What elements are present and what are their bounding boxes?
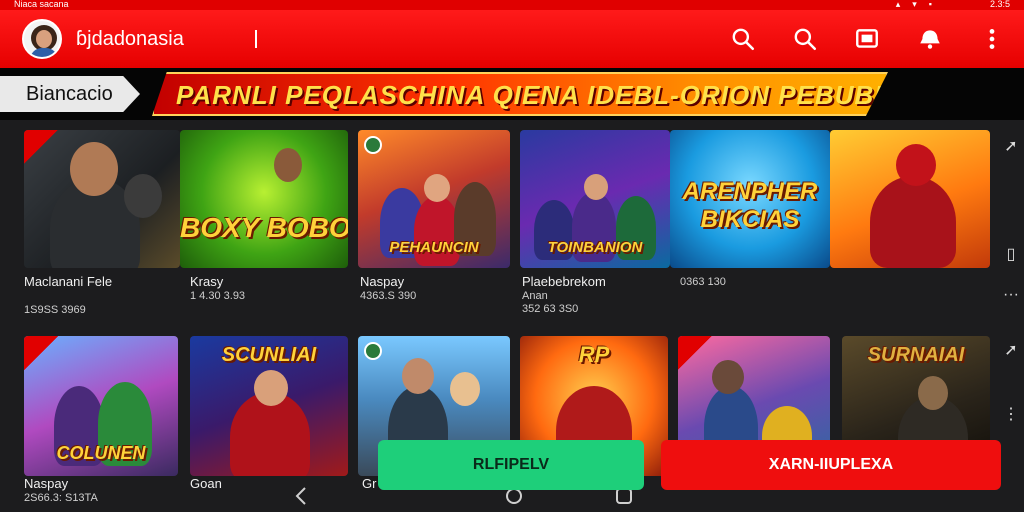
search-icon[interactable] xyxy=(792,26,818,52)
status-left-text: Niaca sacana xyxy=(14,0,69,9)
screen-cast-icon[interactable] xyxy=(854,26,880,52)
game-card[interactable]: COLUNEN xyxy=(24,336,178,476)
hot-ribbon xyxy=(24,130,58,164)
hot-ribbon xyxy=(24,336,58,370)
badge-icon xyxy=(364,342,382,360)
game-card[interactable]: PEHAUNCIN xyxy=(358,130,510,268)
category-tab[interactable]: Biancacio xyxy=(0,76,140,112)
hot-ribbon xyxy=(678,336,712,370)
hero-head xyxy=(896,144,936,186)
game-title: Goan xyxy=(190,476,222,491)
status-icons: ▴▾▪ xyxy=(895,0,944,9)
game-logo: TOINBANION xyxy=(547,239,643,256)
promo-banner[interactable]: PARNLI PEQLASCHINA QIENA IDEBL-ORION PEB… xyxy=(152,72,888,116)
hero-head xyxy=(254,370,288,406)
app-screen: Niaca sacana ▴▾▪ 2.3:5 ɓjdadonasia Bianc… xyxy=(0,0,1024,512)
game-title: Maclanani Fele xyxy=(24,274,113,289)
game-logo: BOXY BOBOMIN xyxy=(180,212,348,243)
copy-icon[interactable]: ▯ xyxy=(1000,244,1022,266)
status-bar: Niaca sacana ▴▾▪ 2.3:5 xyxy=(0,0,1024,10)
app-bar: ɓjdadonasia xyxy=(0,10,1024,68)
game-card[interactable]: BOXY BOBOMIN xyxy=(180,130,348,268)
game-card[interactable] xyxy=(830,130,990,268)
hero-head xyxy=(274,148,302,182)
text-cursor xyxy=(255,30,257,48)
game-meta: 1S9SS 3969 xyxy=(24,304,86,316)
game-meta: 4363.S 390 xyxy=(360,290,417,302)
hero-head xyxy=(918,376,948,410)
game-card[interactable]: TOINBANION xyxy=(520,130,670,268)
hero-head xyxy=(450,372,480,406)
game-title: Naspay xyxy=(24,476,69,491)
primary-action-button[interactable]: RLFIPELV xyxy=(378,440,644,490)
game-title: Gr xyxy=(362,476,377,491)
game-meta: 2S66.3: S13TA xyxy=(24,492,98,504)
game-card[interactable]: SCUNLIAI xyxy=(190,336,348,476)
game-card[interactable] xyxy=(24,130,180,268)
hero-head xyxy=(712,360,744,394)
hero-head xyxy=(402,358,434,394)
avatar-shirt xyxy=(30,48,58,57)
hero-head xyxy=(584,174,608,200)
more-vert-icon[interactable] xyxy=(979,26,1005,52)
game-logo: PEHAUNCIN xyxy=(389,239,479,256)
game-card[interactable]: ARENPHER BIKCIAS xyxy=(670,130,830,268)
hero-figure xyxy=(870,176,956,268)
hero-head xyxy=(70,142,118,196)
avatar[interactable] xyxy=(22,19,62,59)
search-icon[interactable] xyxy=(730,26,756,52)
game-meta: 0363 130 xyxy=(680,276,726,288)
game-logo: RP xyxy=(578,342,610,367)
game-meta: Anan 352 63 3S0 xyxy=(522,290,579,315)
game-title: Naspay xyxy=(360,274,405,289)
game-logo: COLUNEN xyxy=(56,443,146,463)
game-logo: ARENPHER BIKCIAS xyxy=(682,178,818,233)
game-logo: SCUNLIAI xyxy=(221,344,317,366)
cursor-icon[interactable]: ➚ xyxy=(1000,340,1022,362)
cursor-icon[interactable]: ➚ xyxy=(1000,136,1022,158)
hero-head xyxy=(124,174,162,218)
notification-icon[interactable] xyxy=(917,26,943,52)
badge-icon xyxy=(364,136,382,154)
banner-row: Biancacio PARNLI PEQLASCHINA QIENA IDEBL… xyxy=(0,68,1024,120)
back-icon[interactable] xyxy=(292,486,310,506)
game-logo: SURNAIAI xyxy=(867,344,965,366)
app-title: ɓjdadonasia xyxy=(76,28,184,50)
avatar-face xyxy=(36,30,52,48)
game-title: Krasy xyxy=(190,274,224,289)
game-meta: 1 4.30 3.93 xyxy=(190,290,246,302)
status-time: 2.3:5 xyxy=(989,0,1010,9)
more-horiz-icon[interactable]: ··· xyxy=(1000,286,1022,308)
promo-text: PARNLI PEQLASCHINA QIENA IDEBL-ORION PEB… xyxy=(176,80,942,110)
game-title: Plaebebrekom xyxy=(522,274,606,289)
hero-head xyxy=(424,174,450,202)
more-vert-icon[interactable]: ⋮ xyxy=(1000,404,1022,426)
secondary-action-button[interactable]: XARN-IIUPLEXA xyxy=(661,440,1001,490)
